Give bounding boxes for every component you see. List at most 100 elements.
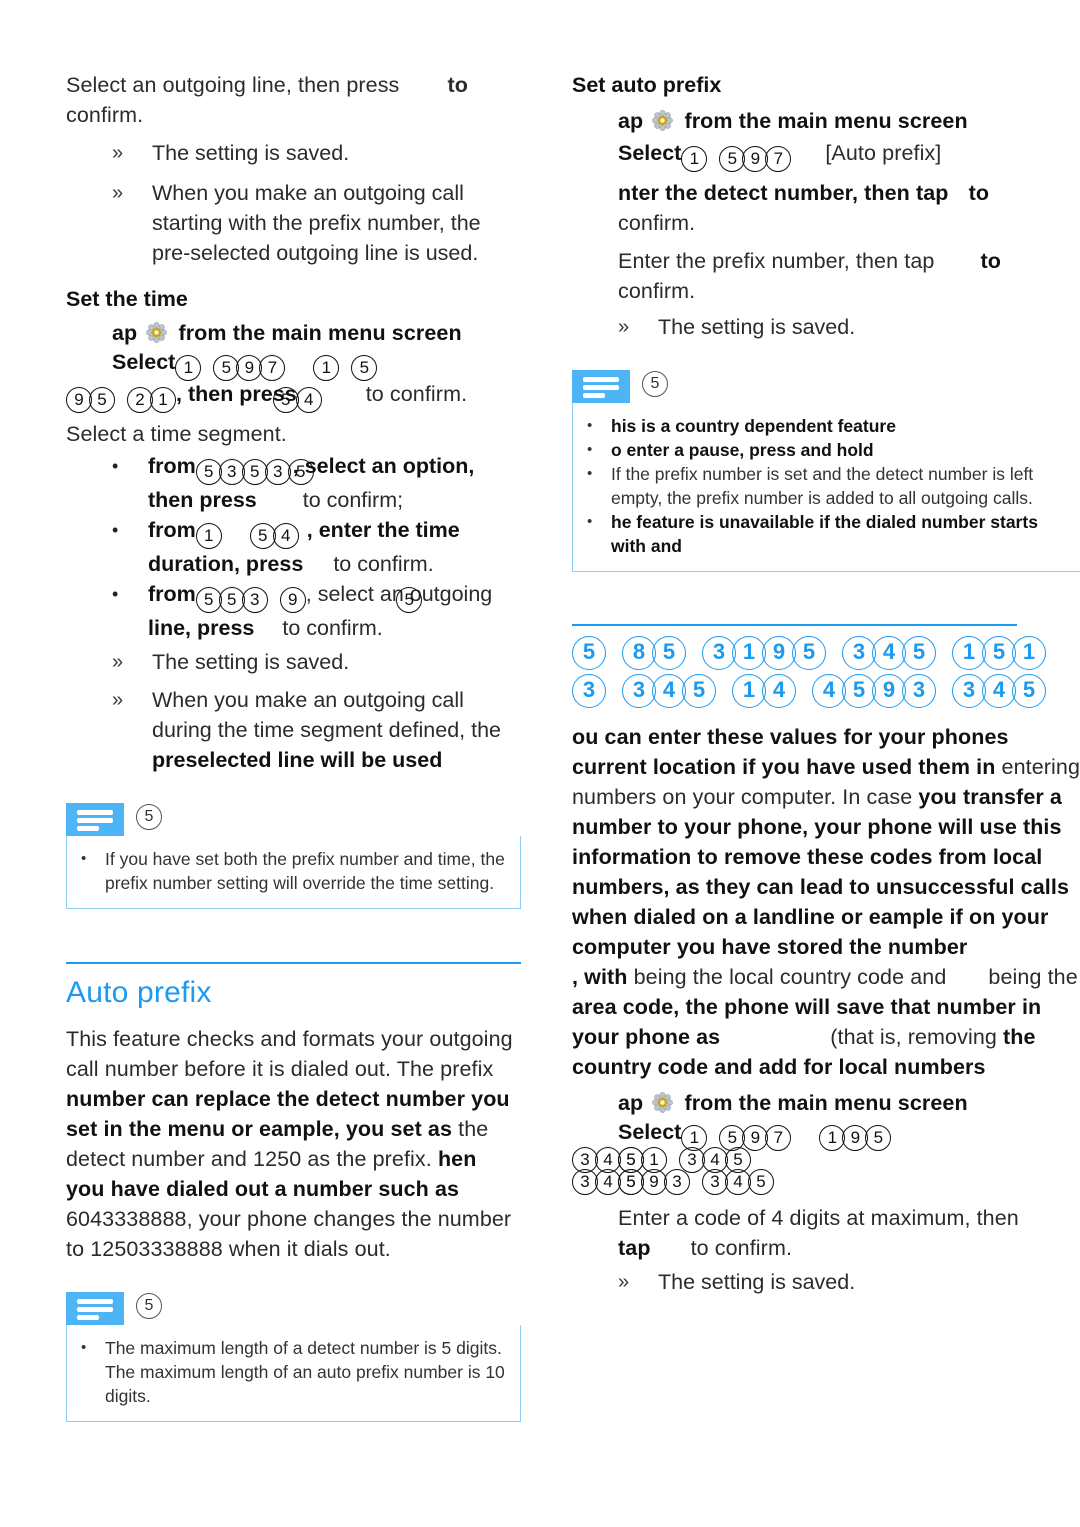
tap-word: ap [618,1091,644,1115]
result-row: » When you make an outgoing call startin… [112,178,521,268]
guillemet-icon: » [112,182,124,204]
blue-section-heading: 5853195345151 3345144593345 [572,624,1080,718]
heading-set-auto-prefix: Set auto prefix [572,73,722,97]
blue-heading-row-2: 3345144593345 [572,674,1080,718]
guillemet-icon: » [112,651,124,673]
circled-digit-blue: 5 [792,636,826,670]
note-body: • The maximum length of a detect number … [66,1325,521,1422]
note-number-badge: 5 [642,371,668,397]
circled-digit: 1 [681,146,708,172]
heading-auto-prefix: Auto prefix [66,976,212,1009]
circled-digit-blue: 8 [622,636,656,670]
bracket-label: [Auto prefix] [825,141,942,165]
tap-bold: tap [618,1236,651,1260]
result-text: The setting is saved. [152,141,350,165]
note-box: 5 • The maximum length of a detect numbe… [66,1292,521,1422]
enter-prefix-number-line: Enter the prefix number, then tap to [618,246,1080,276]
circled-digit: 5 [865,1125,892,1151]
bullet-line2-bold: then press [148,488,257,512]
bullet-text: from 5 5 3 9, select an outgoing5 line, pres… [148,579,521,643]
bullet-line2-bold: duration, press [148,552,304,576]
select-label: Select [112,350,176,374]
circled-digit: 5 [241,459,268,485]
circled-digit: 5 [748,1169,774,1195]
bullet-lead: from [148,582,196,606]
note-item-text: The maximum length of a detect number is… [105,1338,505,1406]
result-text-plain: When you make an outgoing call during th… [152,688,501,742]
circled-digit: 5 [396,587,423,613]
guillemet-icon: » [618,316,630,338]
note-item-text: his is a country dependent feature [611,416,896,436]
enter-prefix-bold: to [980,249,1002,273]
note-item-text: If you have set both the prefix number a… [105,849,505,893]
circled-digit: 3 [218,459,245,485]
to-confirm-text: to confirm. [365,382,468,406]
note-lines-icon [66,803,124,836]
circled-digit-blue: 9 [872,674,906,708]
circled-digit-blue: 5 [572,636,606,670]
note-lines-icon [572,370,630,403]
left-column: Select an outgoing line, then press to c… [66,70,521,1422]
circled-digit-blue: 4 [982,674,1016,708]
bullet-icon: • [81,1339,87,1356]
circled-digit-blue: 3 [842,636,876,670]
bullet-line2-bold: line, press [148,616,255,640]
circled-digit: 3 [264,459,291,485]
circled-digit: 5 [351,355,378,381]
bullet-line2-rest: to confirm; [302,488,404,512]
circled-digit: 3 [241,587,268,613]
circled-digit: 5 [249,523,276,549]
note-item-text: he feature is unavailable if the dialed … [611,512,1038,556]
auto-prefix-plain-c: 6043338888, your phone changes the numbe… [66,1207,512,1261]
select-sequence-row-3: 3 4 55 9 3 3 4 5 [572,1169,1080,1195]
note-header: 5 [66,1292,521,1325]
auto-prefix-plain-a: This feature checks and formats your out… [66,1027,513,1081]
circled-digit: 7 [765,1125,792,1151]
circled-digit-blue: 1 [952,636,986,670]
result-text: When you make an outgoing call starting … [152,181,481,265]
circled-digit: 5 [195,459,222,485]
note-body: • If you have set both the prefix number… [66,836,521,909]
cc-plain-2: being the local country code and [633,965,947,989]
enter-detect-bold: nter the detect number, then tap [618,181,949,205]
bullet-icon: • [112,520,119,540]
bullet-lead: from [148,518,196,542]
circled-digit-blue: 9 [762,636,796,670]
circled-digit-blue: 3 [952,674,986,708]
right-column: Set auto prefix ap from the main menu sc… [572,70,1080,1297]
bullet-icon: • [81,850,87,867]
auto-prefix-paragraph: This feature checks and formats your out… [66,1024,521,1264]
circled-digit: 1 [313,355,340,381]
note-number-badge: 5 [136,1293,162,1319]
result-text: The setting is saved. [658,315,856,339]
circled-digit-blue: 4 [652,674,686,708]
bullet-text: from 5 3 5 3 5, select an option, then press t… [148,451,521,515]
tap-rest: from the main menu screen [684,109,968,133]
circled-digit-blue: 5 [842,674,876,708]
gear-icon [652,1091,674,1113]
circled-digit: 4 [272,523,299,549]
note-item: • If you have set both the prefix number… [81,847,506,895]
result-row: » When you make an outgoing call during … [112,685,521,775]
tap-gear-instruction: ap from the main menu screen [112,318,521,348]
bullet-icon: • [587,417,593,434]
cc-bold-3-tail: , with [572,965,628,989]
note-item: • The maximum length of a detect number … [81,1336,506,1408]
manual-page: Select an outgoing line, then press to c… [0,0,1080,1527]
heading-set-the-time: Set the time [66,287,188,311]
circled-digit: 7 [765,146,792,172]
section-divider-auto-prefix: Auto prefix [66,962,521,1012]
select-sequence-row-1: Select 1 5 9 7 1 5 [112,350,521,381]
bullet-mid: , select an option, [292,454,475,478]
select-label: Select [618,141,682,165]
circled-digit-blue: 3 [902,674,936,708]
bullet-text: from 1 5 4 , enter the time duration, press t… [148,515,521,579]
circled-digit: 1 [195,523,222,549]
note-item: • he feature is unavailable if the diale… [587,510,1069,558]
circled-digit: 3 [664,1169,690,1195]
intro-text-a: Select an outgoing line, then press [66,73,400,97]
enter-detect-number-line: nter the detect number, then tap to [618,178,1080,208]
circled-digit-blue: 4 [872,636,906,670]
tap-rest-text: to confirm. [690,1236,793,1260]
tap-gear-instruction: ap from the main menu screen [618,1088,1080,1118]
